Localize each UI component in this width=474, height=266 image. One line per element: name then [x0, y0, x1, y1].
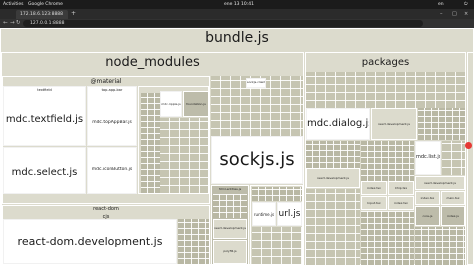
top-app-bar-module[interactable]: top-app-bar mdc.topAppBar.js: [87, 86, 137, 146]
chip-tsx-module[interactable]: Chip.tsx: [388, 181, 414, 195]
chip-tsx-label: Chip.tsx: [394, 186, 408, 190]
system-top-bar: Activities Google Chrome ene 13 10:41 en…: [0, 0, 474, 9]
index-tsx-label-2: index.tsx: [394, 201, 408, 205]
textfield-js-label: mdc.textfield.js: [5, 114, 84, 125]
icon-button-js-label: mdc.iconButton.js: [91, 167, 133, 172]
browser-tab[interactable]: 172.18.6.123:8888 ×: [16, 10, 68, 19]
select-js-label: mdc.select.js: [11, 167, 78, 178]
polyfill-label: polyfill.js: [223, 249, 237, 253]
sockjs-module[interactable]: sockjs.js: [211, 136, 303, 184]
index-js-module[interactable]: index.js: [441, 206, 465, 226]
minimize-icon[interactable]: –: [440, 10, 443, 18]
sidebar-toggle-button[interactable]: [465, 142, 472, 149]
index-js-label: index.js: [447, 214, 459, 218]
top-app-bar-js-label: mdc.topAppBar.js: [92, 120, 132, 125]
packages-cells-a[interactable]: [306, 141, 360, 168]
close-window-icon[interactable]: ×: [464, 10, 468, 18]
react-dom-misc-cells[interactable]: [178, 219, 209, 264]
list-label: mdc.list.js: [416, 154, 440, 160]
react-development-module-4[interactable]: react.development.js: [415, 176, 465, 190]
sockjs-label: sockjs.js: [219, 149, 295, 170]
polyfill-module[interactable]: polyfill.js: [213, 240, 247, 264]
react-dom-development-label: react-dom.development.js: [17, 235, 163, 248]
bundle-analyzer-treemap: bundle.js node_modules @material textfie…: [0, 28, 474, 266]
sockjs-client-label-box[interactable]: sockjs-client: [246, 78, 266, 88]
select-module[interactable]: mdc.select.js: [3, 147, 86, 194]
ripple-module[interactable]: mdc.ripple.js: [160, 91, 182, 117]
html-entities-label: html-entities.js: [218, 187, 242, 191]
runtime-url-group[interactable]: runtime.js url.js: [250, 185, 303, 265]
react-development-module-3[interactable]: react.development.js: [306, 168, 360, 188]
index-tsx-module-2[interactable]: index.tsx: [388, 196, 414, 210]
react-development-label-3: react.development.js: [317, 176, 349, 180]
react-development-module-1[interactable]: react.development.js: [213, 219, 247, 239]
packages-cells-c[interactable]: [361, 141, 414, 181]
url-field[interactable]: 127.0.0.1:8888: [23, 20, 423, 27]
react-dom-label: react-dom: [93, 206, 119, 212]
packages-cells-b[interactable]: [306, 189, 360, 265]
power-icon[interactable]: ⏻: [464, 1, 468, 8]
list-module[interactable]: mdc.list.js: [415, 141, 441, 175]
material-misc-cells-a[interactable]: [141, 93, 160, 193]
main-tsx-module[interactable]: main.tsx: [441, 191, 465, 205]
runtime-url-cells[interactable]: [252, 187, 302, 201]
runtime-label: runtime.js: [253, 212, 275, 217]
foundation-label: foundation.js: [186, 102, 206, 106]
language-indicator[interactable]: en: [438, 1, 444, 8]
url-module[interactable]: url.js: [277, 202, 302, 226]
packages-cells-d[interactable]: [361, 211, 414, 265]
dialog-label: mdc.dialog.js: [307, 118, 369, 129]
packages-top-cells[interactable]: [306, 72, 465, 108]
core-js-module[interactable]: core-js: [415, 206, 440, 226]
root-label: bundle.js: [205, 30, 269, 46]
maximize-icon[interactable]: □: [452, 10, 457, 18]
input-tsx-label: Input.tsx: [367, 201, 381, 205]
main-tsx-label: main.tsx: [446, 196, 460, 200]
clock[interactable]: ene 13 10:41: [224, 1, 254, 8]
index-tsx-label-3: index.tsx: [420, 196, 435, 200]
packages-cells-e[interactable]: [442, 141, 465, 175]
reload-icon[interactable]: ↻: [16, 19, 21, 28]
activities-button[interactable]: Activities: [3, 1, 24, 8]
react-dom-development-module[interactable]: react-dom.development.js: [3, 219, 177, 264]
url-label: url.js: [278, 209, 301, 219]
icon-button-module[interactable]: mdc.iconButton.js: [87, 147, 137, 194]
react-development-label-1: react.development.js: [214, 226, 246, 230]
packages-cells-f[interactable]: [415, 227, 465, 265]
address-bar-row: ← → ↻ 127.0.0.1:8888: [0, 19, 474, 28]
back-icon[interactable]: ←: [3, 19, 8, 28]
index-tsx-module-3[interactable]: index.tsx: [415, 191, 440, 205]
index-tsx-label-1: index.tsx: [367, 186, 381, 190]
index-tsx-module-1[interactable]: index.tsx: [361, 181, 387, 195]
material-misc-cells-b[interactable]: [160, 118, 208, 193]
input-tsx-module[interactable]: Input.tsx: [361, 196, 387, 210]
sockjs-client-label: sockjs-client: [247, 80, 265, 84]
html-entities-cells[interactable]: [213, 194, 247, 218]
react-development-module-2[interactable]: react.development.js: [371, 108, 417, 140]
ripple-label: mdc.ripple.js: [161, 102, 181, 106]
packages-mid-cells[interactable]: [418, 108, 465, 140]
material-misc[interactable]: mdc.ripple.js foundation.js: [138, 86, 209, 194]
packages-label: packages: [361, 57, 410, 68]
tab-title: 172.18.6.123:8888: [20, 12, 64, 17]
textfield-module[interactable]: textfield mdc.textfield.js: [3, 86, 86, 146]
textfield-dir-label: textfield: [37, 88, 52, 92]
dialog-module[interactable]: mdc.dialog.js: [306, 108, 370, 140]
core-js-label: core-js: [422, 214, 433, 218]
treemap-right-sliver[interactable]: [467, 52, 474, 265]
foundation-module[interactable]: foundation.js: [183, 91, 208, 117]
react-development-label-4: react.development.js: [424, 181, 456, 185]
top-app-bar-label: top-app-bar: [101, 88, 123, 92]
node-modules-label: node_modules: [105, 55, 200, 70]
tab-strip: 172.18.6.123:8888 × + – □ ×: [0, 9, 474, 19]
react-development-label-2: react.development.js: [378, 122, 410, 126]
html-entities-module[interactable]: html-entities.js react.development.js po…: [211, 185, 249, 265]
material-label: @material: [90, 78, 122, 85]
forward-icon[interactable]: →: [10, 19, 15, 28]
runtime-url-misc-cells[interactable]: [252, 227, 302, 264]
app-menu[interactable]: Google Chrome: [28, 1, 63, 8]
runtime-module[interactable]: runtime.js: [252, 202, 276, 226]
new-tab-button[interactable]: +: [71, 10, 76, 18]
